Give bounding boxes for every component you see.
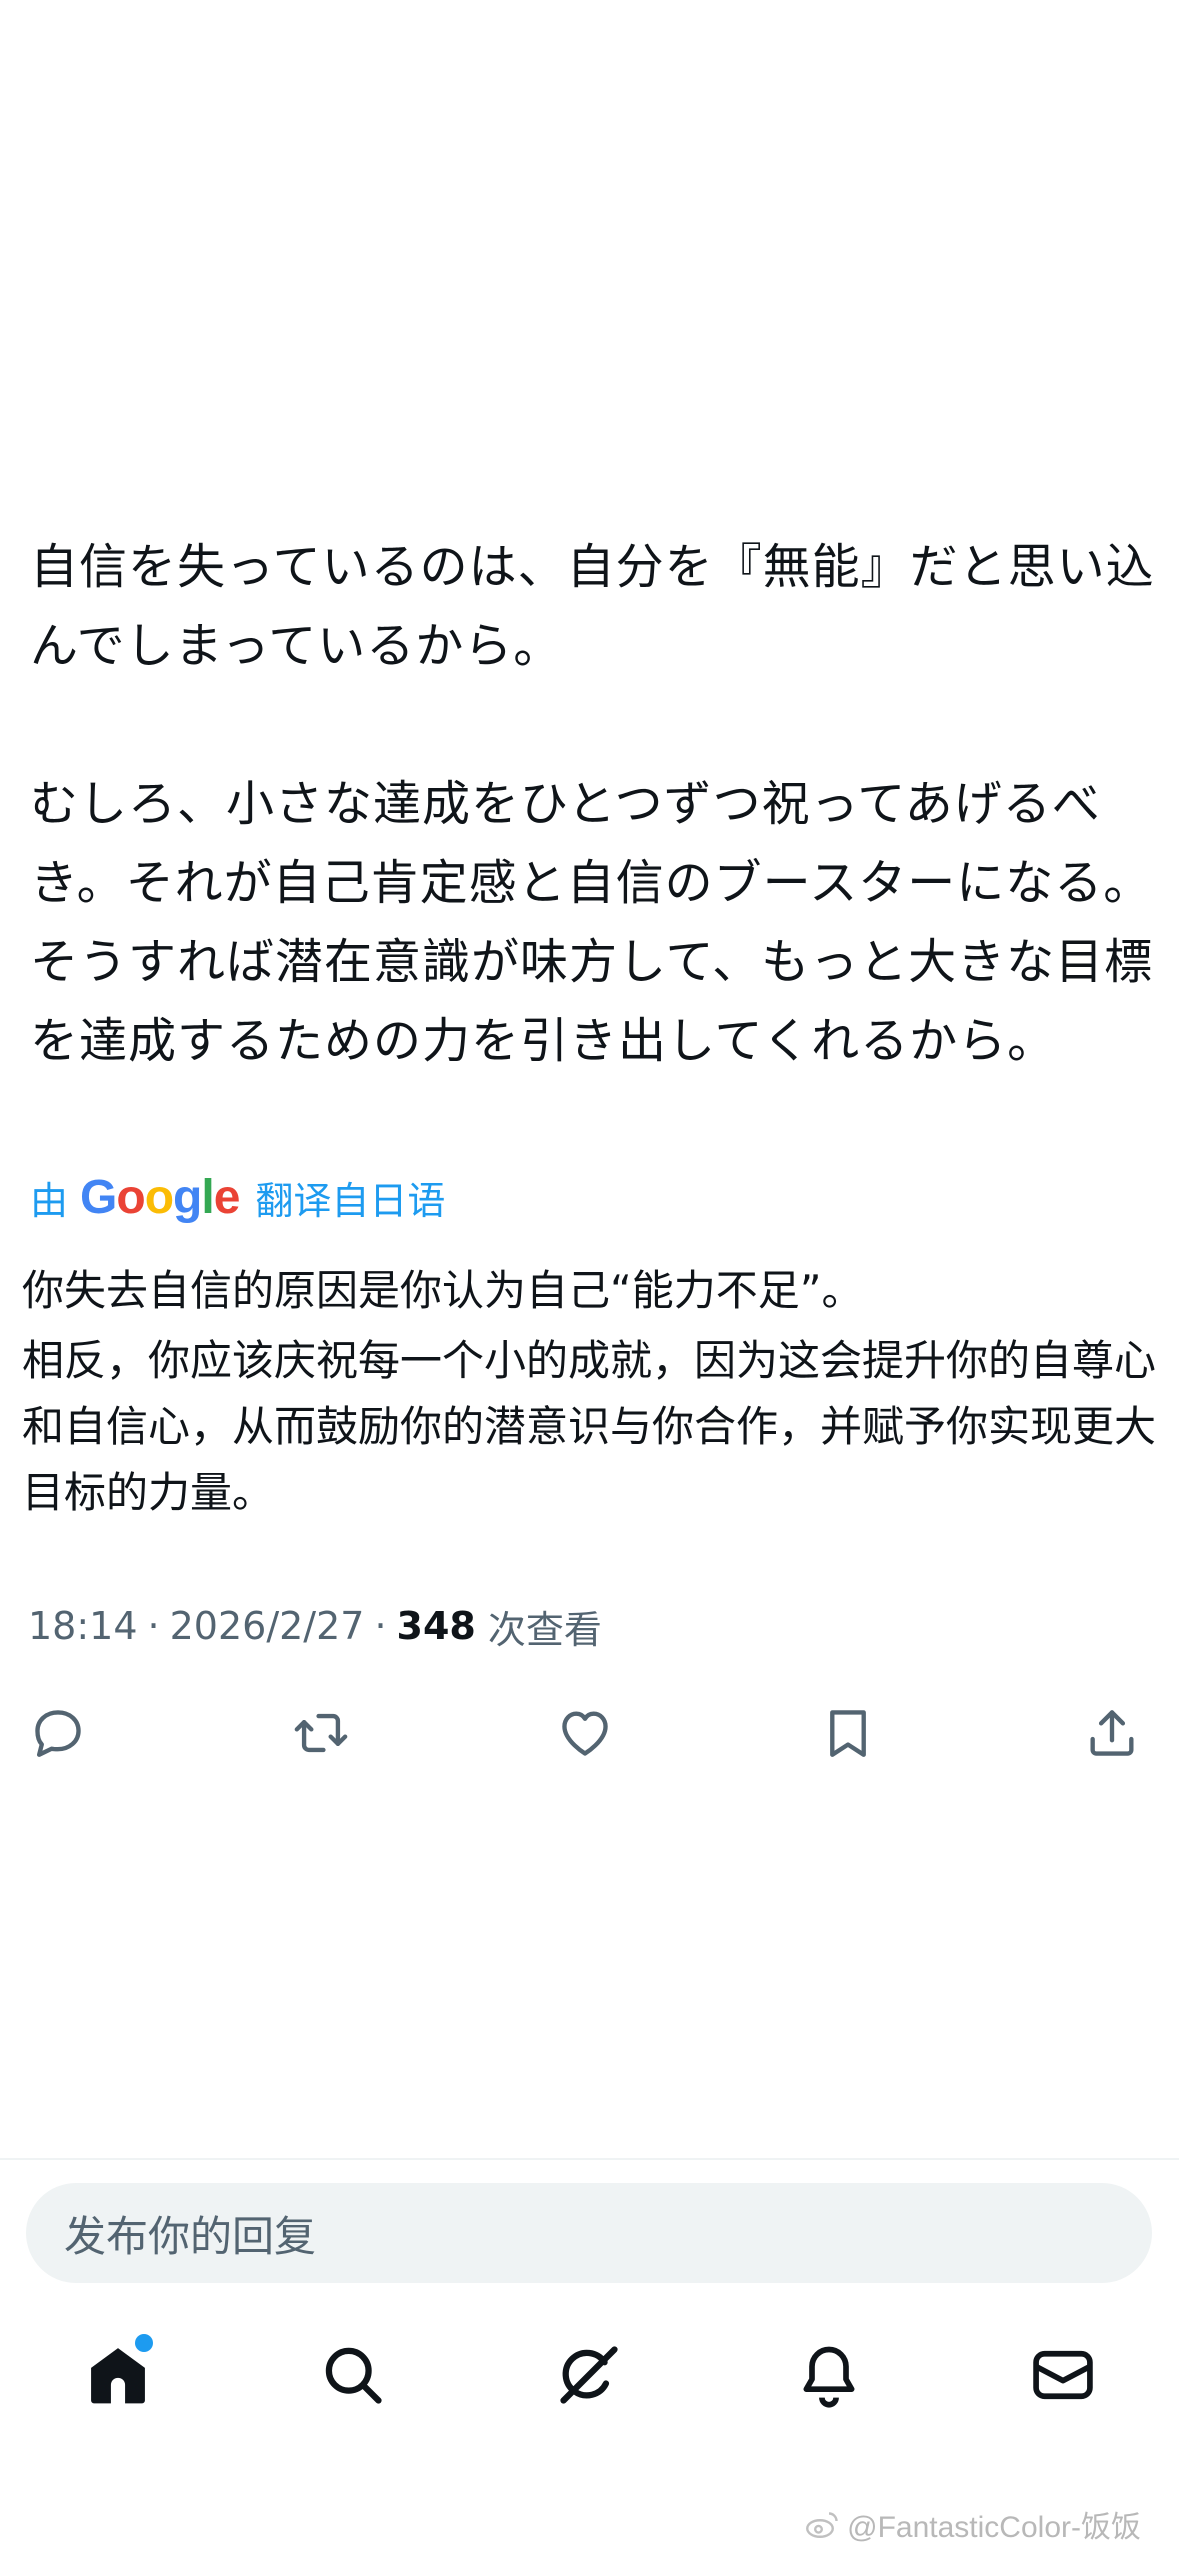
translated-text: 你失去自信的原因是你认为自己“能力不足”。 相反，你应该庆祝每一个小的成就，因为… bbox=[22, 1258, 1162, 1526]
post-time: 18:14 bbox=[28, 1604, 138, 1648]
reply-input[interactable]: 发布你的回复 bbox=[26, 2183, 1152, 2283]
post-paragraph: むしろ、小さな達成をひとつずつ祝ってあげるべき。それが自己肯定感と自信のブースタ… bbox=[30, 776, 1154, 1069]
grok-icon bbox=[560, 2346, 618, 2404]
home-notification-dot bbox=[135, 2334, 153, 2352]
meta-separator: · bbox=[374, 1604, 387, 1648]
tab-messages[interactable] bbox=[1018, 2330, 1108, 2420]
translation-attribution: 由 Google 翻译自日语 bbox=[30, 1165, 445, 1229]
reply-icon bbox=[35, 1710, 81, 1757]
google-logo: Google bbox=[80, 1170, 240, 1224]
messages-icon bbox=[1033, 2350, 1093, 2400]
post-metadata: 18:14 · 2026/2/27 · 348 次查看 bbox=[28, 1598, 602, 1654]
post-actions bbox=[0, 1695, 1179, 1771]
repost-icon bbox=[294, 1713, 348, 1753]
bookmark-button[interactable] bbox=[810, 1695, 886, 1771]
post-paragraph: 自信を失っているのは、自分を『無能』だと思い込んでしまっているから。 bbox=[30, 539, 1155, 674]
tab-notifications[interactable] bbox=[784, 2330, 874, 2420]
like-button[interactable] bbox=[547, 1695, 623, 1771]
reply-placeholder: 发布你的回复 bbox=[64, 2211, 317, 2261]
post-date: 2026/2/27 bbox=[169, 1604, 365, 1648]
bookmark-icon bbox=[830, 1710, 866, 1757]
search-icon bbox=[325, 2347, 382, 2404]
reply-divider bbox=[0, 2158, 1179, 2160]
notifications-icon bbox=[803, 2346, 855, 2408]
translated-by-label: 由 bbox=[30, 1178, 69, 1223]
repost-button[interactable] bbox=[283, 1695, 359, 1771]
bottom-tab-bar bbox=[0, 2330, 1179, 2430]
like-icon bbox=[562, 1711, 608, 1756]
translated-paragraph: 相反，你应该庆祝每一个小的成就，因为这会提升你的自尊心和自信心，从而鼓励你的潜意… bbox=[22, 1336, 1157, 1517]
share-button[interactable] bbox=[1074, 1695, 1150, 1771]
tab-grok[interactable] bbox=[544, 2330, 634, 2420]
translated-paragraph: 你失去自信的原因是你认为自己“能力不足”。 bbox=[22, 1266, 864, 1315]
tab-search[interactable] bbox=[308, 2330, 398, 2420]
views-label: 次查看 bbox=[487, 1607, 602, 1652]
watermark: @FantasticColor-饭饭 bbox=[805, 2502, 1141, 2546]
meta-separator: · bbox=[147, 1604, 160, 1648]
weibo-logo-icon bbox=[806, 2512, 838, 2538]
translated-from-link[interactable]: 翻译自日语 bbox=[255, 1170, 445, 1225]
reply-button[interactable] bbox=[20, 1695, 96, 1771]
post-body: 自信を失っているのは、自分を『無能』だと思い込んでしまっているから。 むしろ、小… bbox=[30, 528, 1155, 1081]
watermark-text: @FantasticColor-饭饭 bbox=[847, 2511, 1141, 2544]
views-count[interactable]: 348 bbox=[397, 1604, 476, 1648]
share-icon bbox=[1090, 1710, 1134, 1756]
